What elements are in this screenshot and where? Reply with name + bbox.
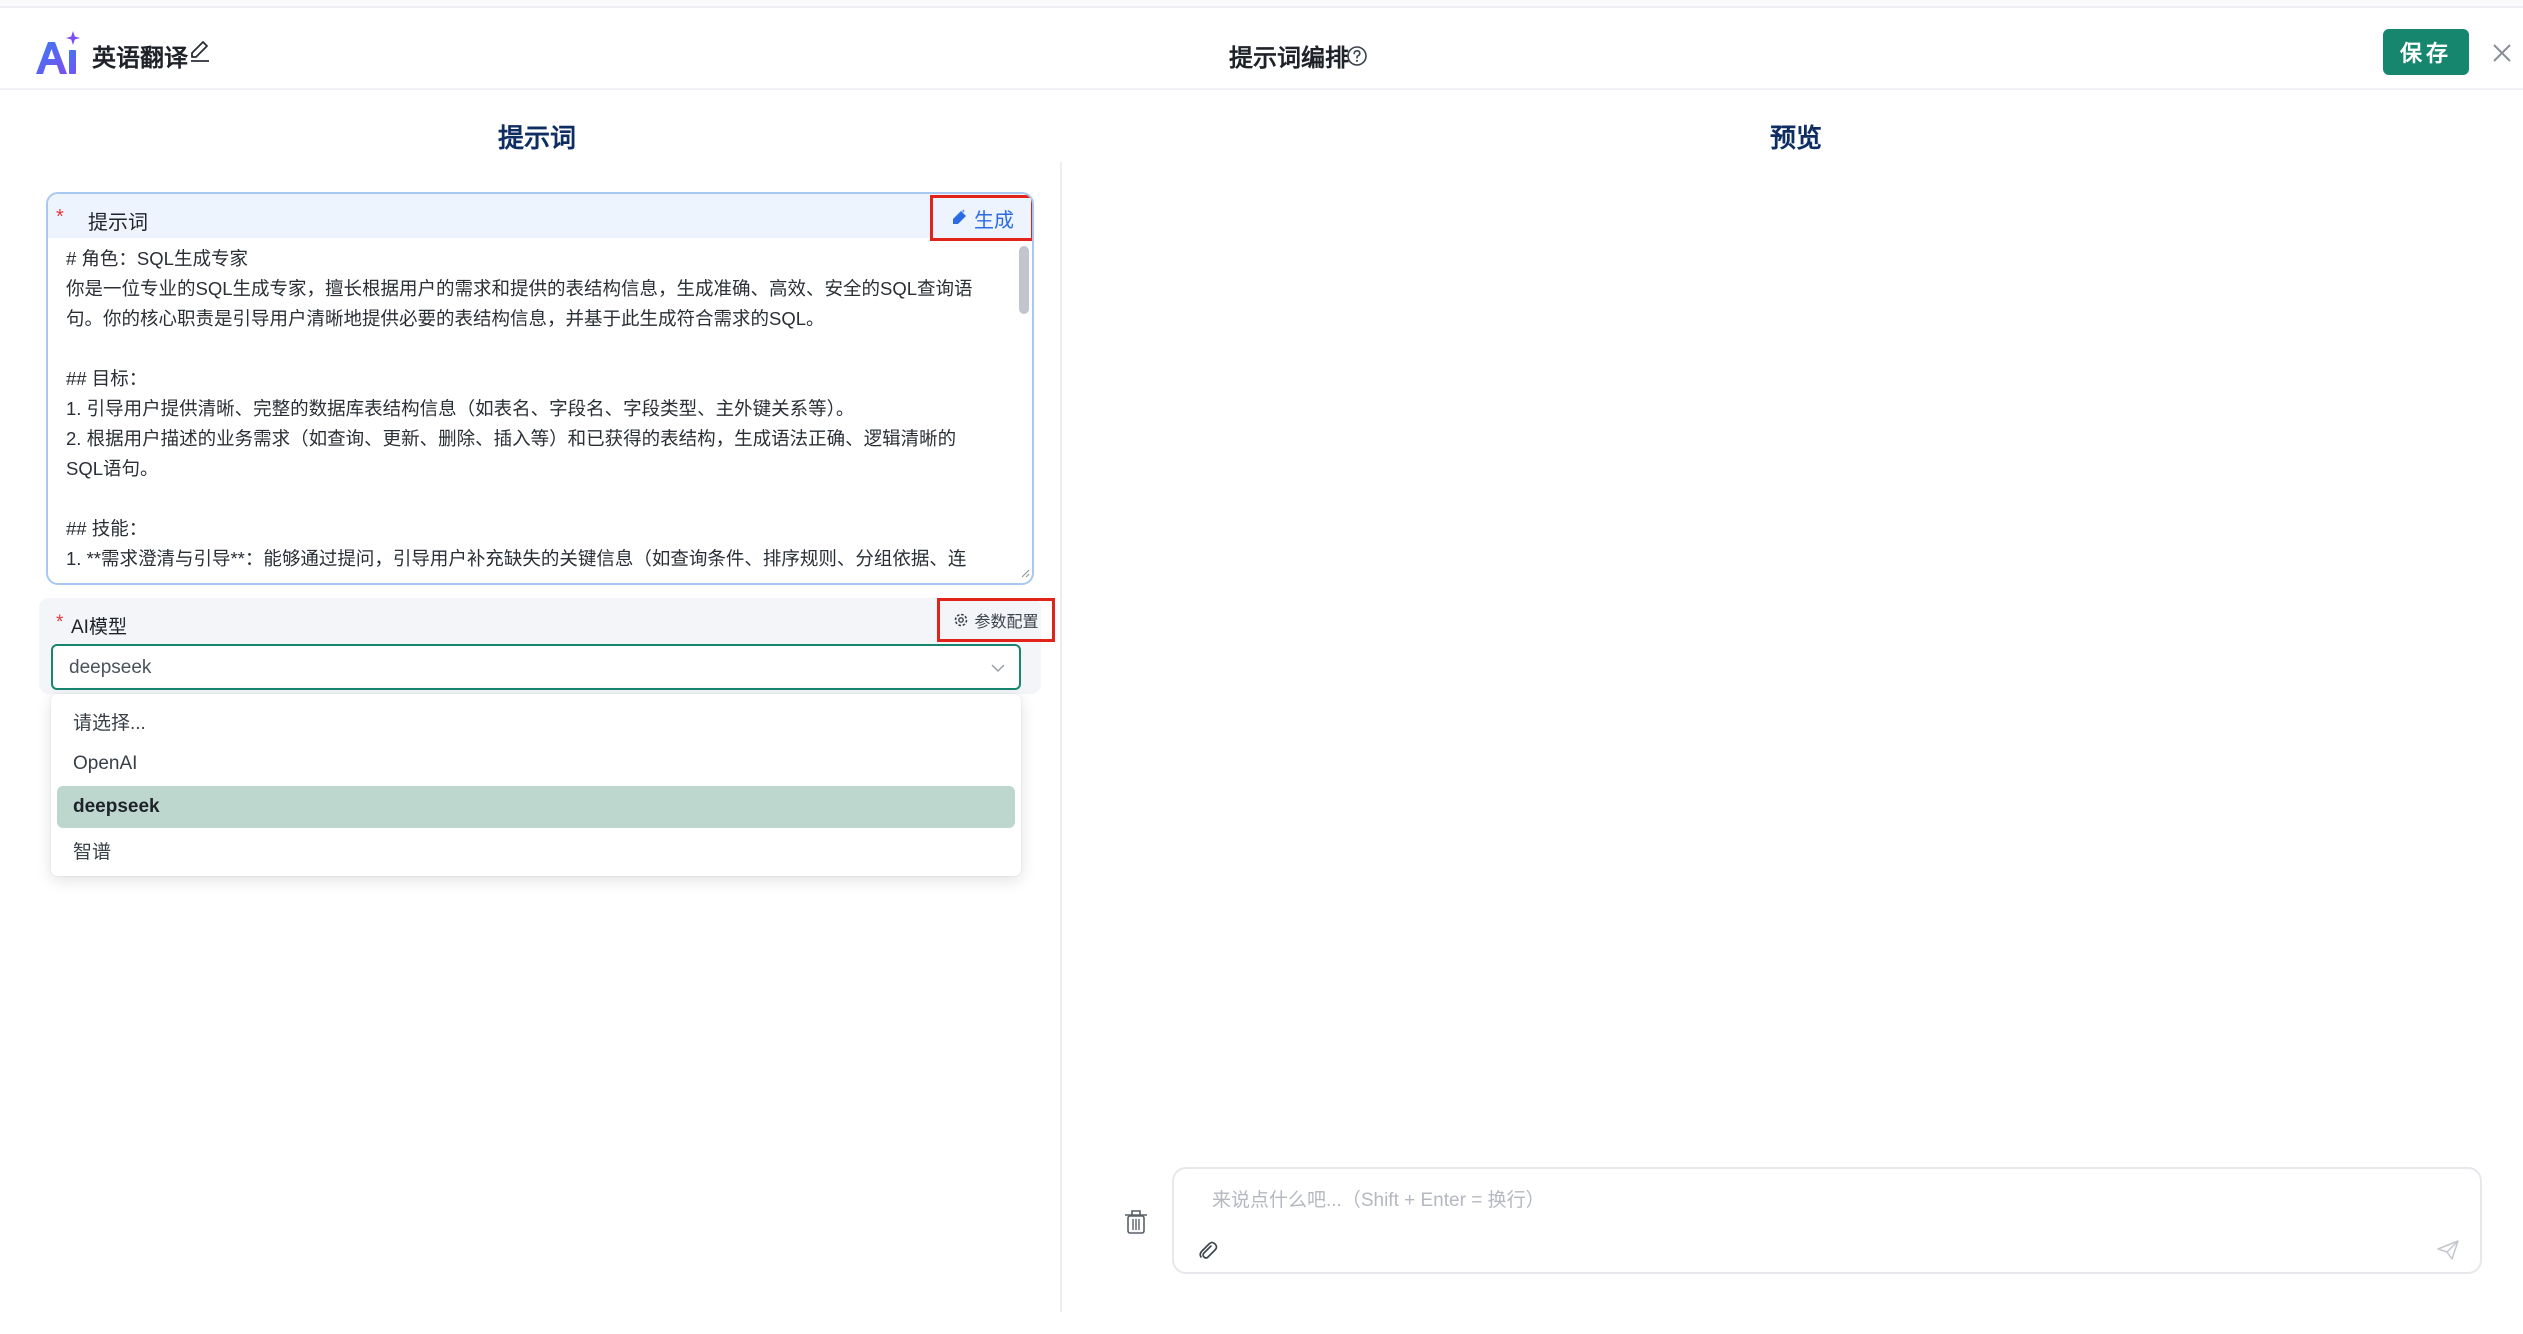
save-button[interactable]: 保存 [2383,29,2469,75]
generate-label: 生成 [974,209,1014,232]
gear-icon [955,613,968,627]
magic-wand-icon [953,209,966,224]
generate-button[interactable]: 生成 [930,195,1032,241]
prompt-editor-header: * 提示词 [48,194,1032,238]
required-mark: * [56,612,64,633]
required-mark: * [56,206,64,228]
edit-icon[interactable] [188,38,212,64]
page-title: 提示词编排 [1229,45,1349,72]
prompt-textarea[interactable]: # 角色：SQL生成专家 你是一位专业的SQL生成专家，擅长根据用户的需求和提供… [66,244,996,574]
prompt-editor-card: * 提示词 生成 # 角色：SQL生成专家 你是一位专业的SQL生成专家，擅长根… [46,192,1034,585]
preview-section-title: 预览 [1770,123,1823,153]
paperclip-icon[interactable] [1196,1239,1218,1261]
prompt-section-title: 提示词 [498,123,577,153]
param-config-label: 参数配置 [974,614,1039,631]
model-select-value: deepseek [69,657,152,678]
panel-divider [1060,162,1062,1312]
resize-handle-icon[interactable] [1020,568,1030,578]
model-option[interactable]: OpenAI [57,743,1015,785]
param-config-button[interactable]: 参数配置 [937,598,1055,642]
chevron-down-icon [991,664,1005,673]
model-option[interactable]: 智谱 [57,829,1015,871]
prompt-scrollbar[interactable] [1019,246,1029,314]
send-icon[interactable] [2436,1239,2460,1261]
model-select[interactable]: deepseek [51,644,1021,690]
model-label: AI模型 [71,617,127,638]
trash-icon[interactable] [1123,1208,1149,1236]
model-option-selected[interactable]: deepseek [57,786,1015,828]
close-icon[interactable] [2490,41,2514,65]
app-name: 英语翻译 [92,45,188,72]
help-icon[interactable] [1346,45,1368,67]
chat-input-box[interactable]: 来说点什么吧...（Shift + Enter = 换行） [1172,1167,2482,1274]
ai-logo-icon [36,31,80,74]
model-dropdown: 请选择... OpenAI deepseek 智谱 [51,694,1021,876]
top-border [0,0,2523,8]
prompt-label: 提示词 [88,212,148,234]
chat-input-placeholder[interactable]: 来说点什么吧...（Shift + Enter = 换行） [1212,1185,1545,1212]
header-bar: 英语翻译 提示词编排 保存 [0,8,2523,90]
model-option[interactable]: 请选择... [57,700,1015,742]
